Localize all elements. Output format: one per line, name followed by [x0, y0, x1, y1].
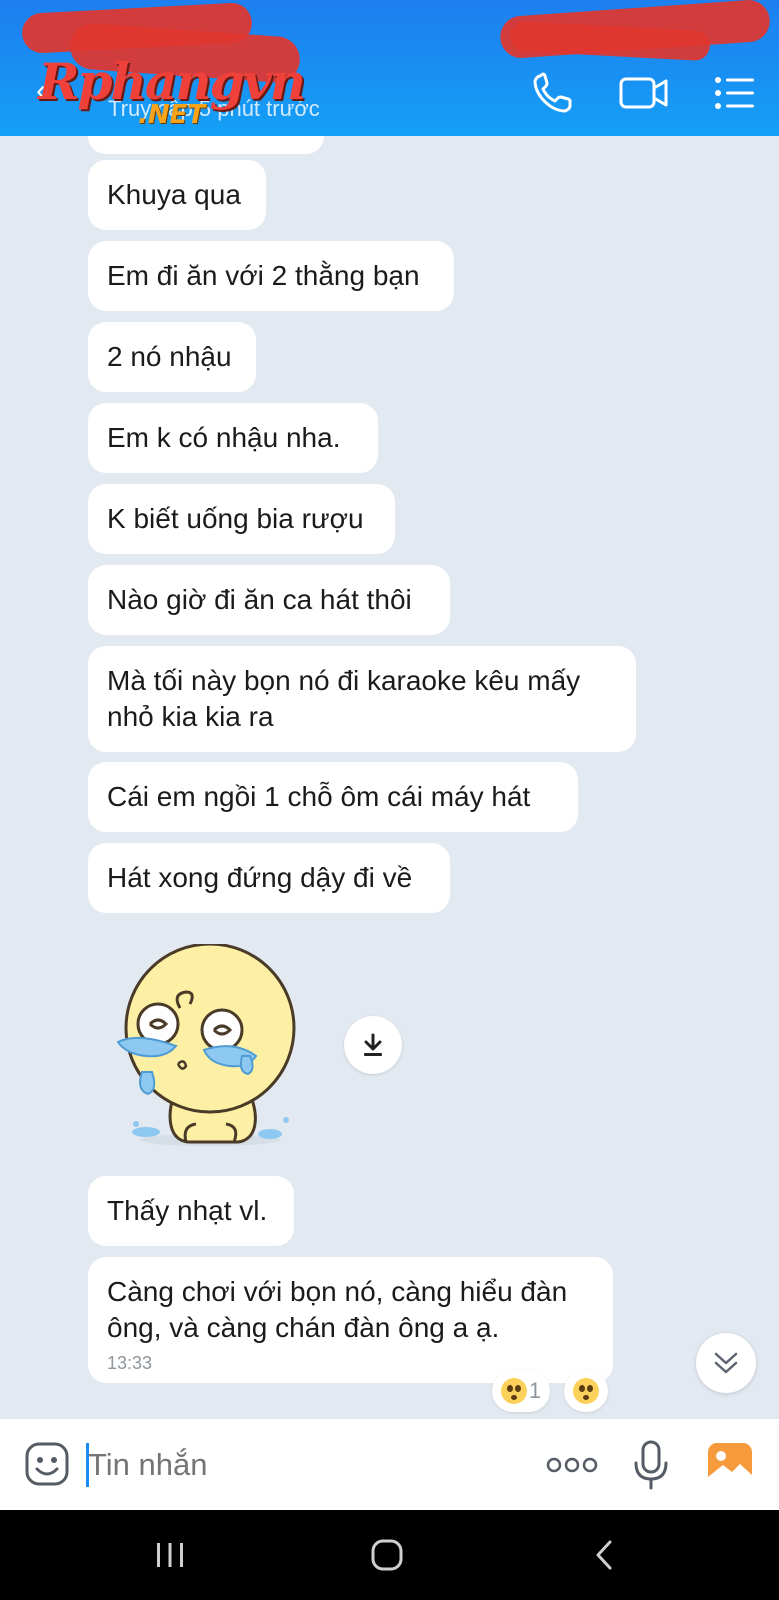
message-bubble[interactable]: 2 nó nhậu: [88, 322, 256, 392]
message-bubble[interactable]: [88, 136, 324, 154]
watermark-net: .NET: [138, 100, 206, 130]
message-text: Cái em ngồi 1 chỗ ôm cái máy hát: [107, 781, 531, 812]
message-text: Càng chơi với bọn nó, càng hiểu đàn ông,…: [107, 1276, 568, 1343]
status-bar: [0, 0, 779, 84]
microphone-icon[interactable]: [632, 1439, 670, 1491]
message-list[interactable]: Khuya qua Em đi ăn với 2 thằng bạn 2 nó …: [0, 136, 779, 1418]
message-text: Em k có nhậu nha.: [107, 422, 341, 453]
message-bubble[interactable]: Cái em ngồi 1 chỗ ôm cái máy hát: [88, 762, 578, 832]
message-bubble[interactable]: K biết uống bia rượu: [88, 484, 395, 554]
more-dots-icon[interactable]: [546, 1453, 598, 1477]
double-chevron-down-icon[interactable]: [696, 1333, 756, 1393]
message-text: Em đi ăn với 2 thằng bạn: [107, 260, 420, 291]
recent-apps-icon[interactable]: [145, 1532, 195, 1578]
shocked-face-emoji: [500, 1378, 527, 1404]
message-bubble[interactable]: Nào giờ đi ăn ca hát thôi: [88, 565, 450, 635]
message-text: K biết uống bia rượu: [107, 503, 364, 534]
message-bubble[interactable]: Em đi ăn với 2 thằng bạn: [88, 241, 454, 311]
phone-icon[interactable]: [530, 70, 576, 116]
crying-yellow-bun-sticker[interactable]: [110, 942, 310, 1150]
message-bubble[interactable]: Em k có nhậu nha.: [88, 403, 378, 473]
sticker-face-icon[interactable]: [24, 1441, 70, 1487]
watermark-logo: Rphangvn .NET: [38, 52, 308, 132]
message-bubble[interactable]: Càng chơi với bọn nó, càng hiểu đàn ông,…: [88, 1257, 613, 1383]
home-icon[interactable]: [362, 1532, 412, 1578]
system-nav-bar: [0, 1510, 779, 1600]
message-timestamp: 13:33: [107, 1353, 153, 1373]
download-icon[interactable]: [344, 1016, 402, 1074]
message-text: 2 nó nhậu: [107, 341, 232, 372]
reaction-count: 1: [528, 1378, 542, 1403]
chat-header: ‹ Truy cập 5 phút trước Rphangvn .NET: [0, 0, 779, 136]
video-camera-icon[interactable]: [618, 70, 670, 116]
image-gallery-icon[interactable]: [706, 1441, 754, 1487]
message-bubble[interactable]: Mà tối này bọn nó đi karaoke kêu mấy nhỏ…: [88, 646, 636, 752]
shocked-face-emoji: [573, 1378, 599, 1404]
message-text: Thấy nhạt vl.: [107, 1195, 268, 1226]
message-composer: [0, 1418, 779, 1510]
message-input[interactable]: [88, 1441, 508, 1489]
back-nav-icon[interactable]: [580, 1532, 630, 1578]
list-menu-icon[interactable]: [712, 70, 758, 116]
message-text: Khuya qua: [107, 179, 241, 210]
message-text: Hát xong đứng dậy đi về: [107, 862, 413, 893]
message-text: Mà tối này bọn nó đi karaoke kêu mấy nhỏ…: [107, 665, 581, 732]
add-reaction-button[interactable]: [564, 1370, 608, 1412]
message-bubble[interactable]: Hát xong đứng dậy đi về: [88, 843, 450, 913]
message-bubble[interactable]: Thấy nhạt vl.: [88, 1176, 294, 1246]
message-text: Nào giờ đi ăn ca hát thôi: [107, 584, 412, 615]
message-bubble[interactable]: Khuya qua: [88, 160, 266, 230]
reaction-count-badge[interactable]: 1: [492, 1370, 550, 1412]
